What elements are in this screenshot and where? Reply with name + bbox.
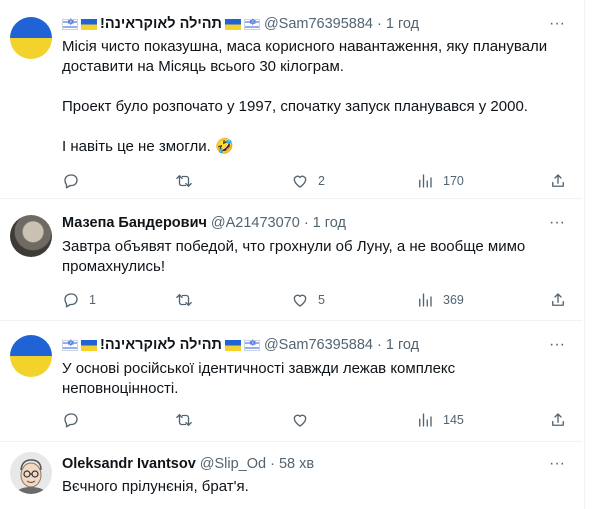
timestamp[interactable]: 1 год (386, 337, 419, 353)
display-name-text: תהילה לאוקראינה! (100, 16, 222, 32)
israel-flag-icon (62, 338, 78, 351)
share-button[interactable] (549, 290, 567, 310)
like-count: 2 (318, 174, 325, 188)
action-bar: 2 170 (62, 171, 582, 191)
views-button[interactable]: 170 (416, 171, 464, 191)
israel-flag-icon (62, 17, 78, 30)
display-name[interactable]: Мазепа Бандерович (62, 215, 207, 231)
tweet-paragraph: У основі російської ідентичності завжди … (62, 360, 456, 397)
views-chart-icon (419, 413, 432, 427)
timestamp[interactable]: 1 год (386, 16, 419, 32)
reply-button[interactable] (62, 410, 89, 430)
more-options-icon[interactable]: ··· (546, 213, 568, 233)
user-handle[interactable]: @Slip_Od (200, 456, 266, 472)
reply-button[interactable]: 1 (62, 290, 96, 310)
tweet-header: תהילה לאוקראינה! @Sam76395884 · 1 год (62, 335, 419, 355)
views-count: 170 (443, 174, 464, 188)
tweet-paragraph: Вєчного прілунєнія, брат'я. (62, 478, 249, 495)
tweet-header: Oleksandr Ivantsov @Slip_Od · 58 хв (62, 454, 314, 474)
tweet-text: У основі російської ідентичності завжди … (62, 359, 567, 399)
tweet-paragraph: Місія чисто показушна, маса корисного на… (62, 38, 548, 75)
separator-dot: · (270, 456, 275, 472)
avatar[interactable] (10, 335, 52, 377)
timestamp[interactable]: 58 хв (279, 456, 314, 472)
tweet-text: Вєчного прілунєнія, брат'я. (62, 477, 567, 497)
reply-icon (64, 413, 78, 428)
avatar[interactable] (10, 215, 52, 257)
views-count: 145 (443, 413, 464, 427)
share-icon (552, 174, 564, 187)
timestamp[interactable]: 1 год (313, 215, 346, 231)
like-button[interactable] (291, 410, 318, 430)
heart-icon (293, 294, 307, 307)
reply-count: 1 (89, 293, 96, 307)
user-handle[interactable]: @Sam76395884 (264, 337, 373, 353)
separator-dot: · (377, 16, 382, 32)
action-bar: 1 5 369 (62, 290, 582, 310)
user-handle[interactable]: @A21473070 (211, 215, 300, 231)
avatar[interactable] (10, 17, 52, 59)
views-chart-icon (419, 293, 432, 307)
reply-button[interactable] (62, 171, 89, 191)
reply-icon (64, 293, 78, 308)
separator-dot: · (303, 215, 309, 231)
share-icon (552, 293, 564, 306)
retweet-button[interactable] (175, 410, 202, 430)
tweet-header: תהילה לאוקראינה! @Sam76395884 · 1 год (62, 14, 419, 34)
display-name-text: תהילה לאוקראינה! (100, 337, 222, 353)
israel-flag-icon (243, 338, 260, 351)
more-options-icon[interactable]: ··· (546, 335, 568, 355)
display-name[interactable]: תהילה לאוקראינה! (62, 337, 260, 353)
tweet-text: Місія чисто показушна, маса корисного на… (62, 37, 567, 157)
display-name[interactable]: Oleksandr Ivantsov (62, 456, 196, 472)
share-icon (552, 413, 564, 426)
tweet-paragraph: Проект було розпочато у 1997, спочатку з… (62, 98, 528, 115)
views-count: 369 (443, 293, 464, 307)
retweet-icon (176, 294, 192, 306)
display-name-text: Мазепа Бандерович (62, 215, 207, 231)
more-options-icon[interactable]: ··· (546, 14, 568, 34)
share-button[interactable] (549, 410, 567, 430)
retweet-icon (176, 175, 192, 187)
avatar-face-icon (10, 452, 52, 494)
ukraine-flag-icon (224, 18, 241, 30)
views-button[interactable]: 145 (416, 410, 464, 430)
tweet[interactable]: תהילה לאוקראינה! @Sam76395884 · 1 год ··… (0, 321, 582, 442)
user-handle[interactable]: @Sam76395884 (264, 16, 373, 32)
like-button[interactable]: 2 (291, 171, 325, 191)
ukraine-flag-icon (81, 18, 97, 30)
tweet[interactable]: תהילה לאוקראינה! @Sam76395884 · 1 год ··… (0, 0, 582, 199)
israel-flag-icon (243, 17, 260, 30)
reply-icon (64, 174, 78, 189)
tweet[interactable]: Oleksandr Ivantsov @Slip_Od · 58 хв ··· … (0, 442, 582, 509)
tweet-paragraph: І навіть це не змогли. 🤣 (62, 138, 234, 155)
retweet-button[interactable] (175, 171, 202, 191)
action-bar: 145 (62, 410, 582, 430)
more-options-icon[interactable]: ··· (546, 454, 568, 474)
retweet-button[interactable] (175, 290, 202, 310)
tweet-header: Мазепа Бандерович @A21473070 · 1 год (62, 213, 346, 233)
display-name[interactable]: תהילה לאוקראינה! (62, 16, 260, 32)
like-button[interactable]: 5 (291, 290, 325, 310)
avatar[interactable] (10, 452, 52, 494)
heart-icon (293, 414, 307, 427)
tweet[interactable]: Мазепа Бандерович @A21473070 · 1 год ···… (0, 199, 582, 321)
timeline-right-border (584, 0, 595, 509)
ukraine-flag-icon (81, 339, 97, 351)
views-chart-icon (419, 174, 432, 188)
share-button[interactable] (549, 171, 567, 191)
tweet-paragraph: Завтра объявят победой, что грохнули об … (62, 238, 526, 275)
display-name-text: Oleksandr Ivantsov (62, 456, 196, 472)
ukraine-flag-icon (224, 339, 241, 351)
separator-dot: · (377, 337, 382, 353)
heart-icon (293, 175, 307, 188)
tweet-text: Завтра объявят победой, что грохнули об … (62, 237, 567, 277)
views-button[interactable]: 369 (416, 290, 464, 310)
like-count: 5 (318, 293, 325, 307)
retweet-icon (176, 414, 192, 426)
